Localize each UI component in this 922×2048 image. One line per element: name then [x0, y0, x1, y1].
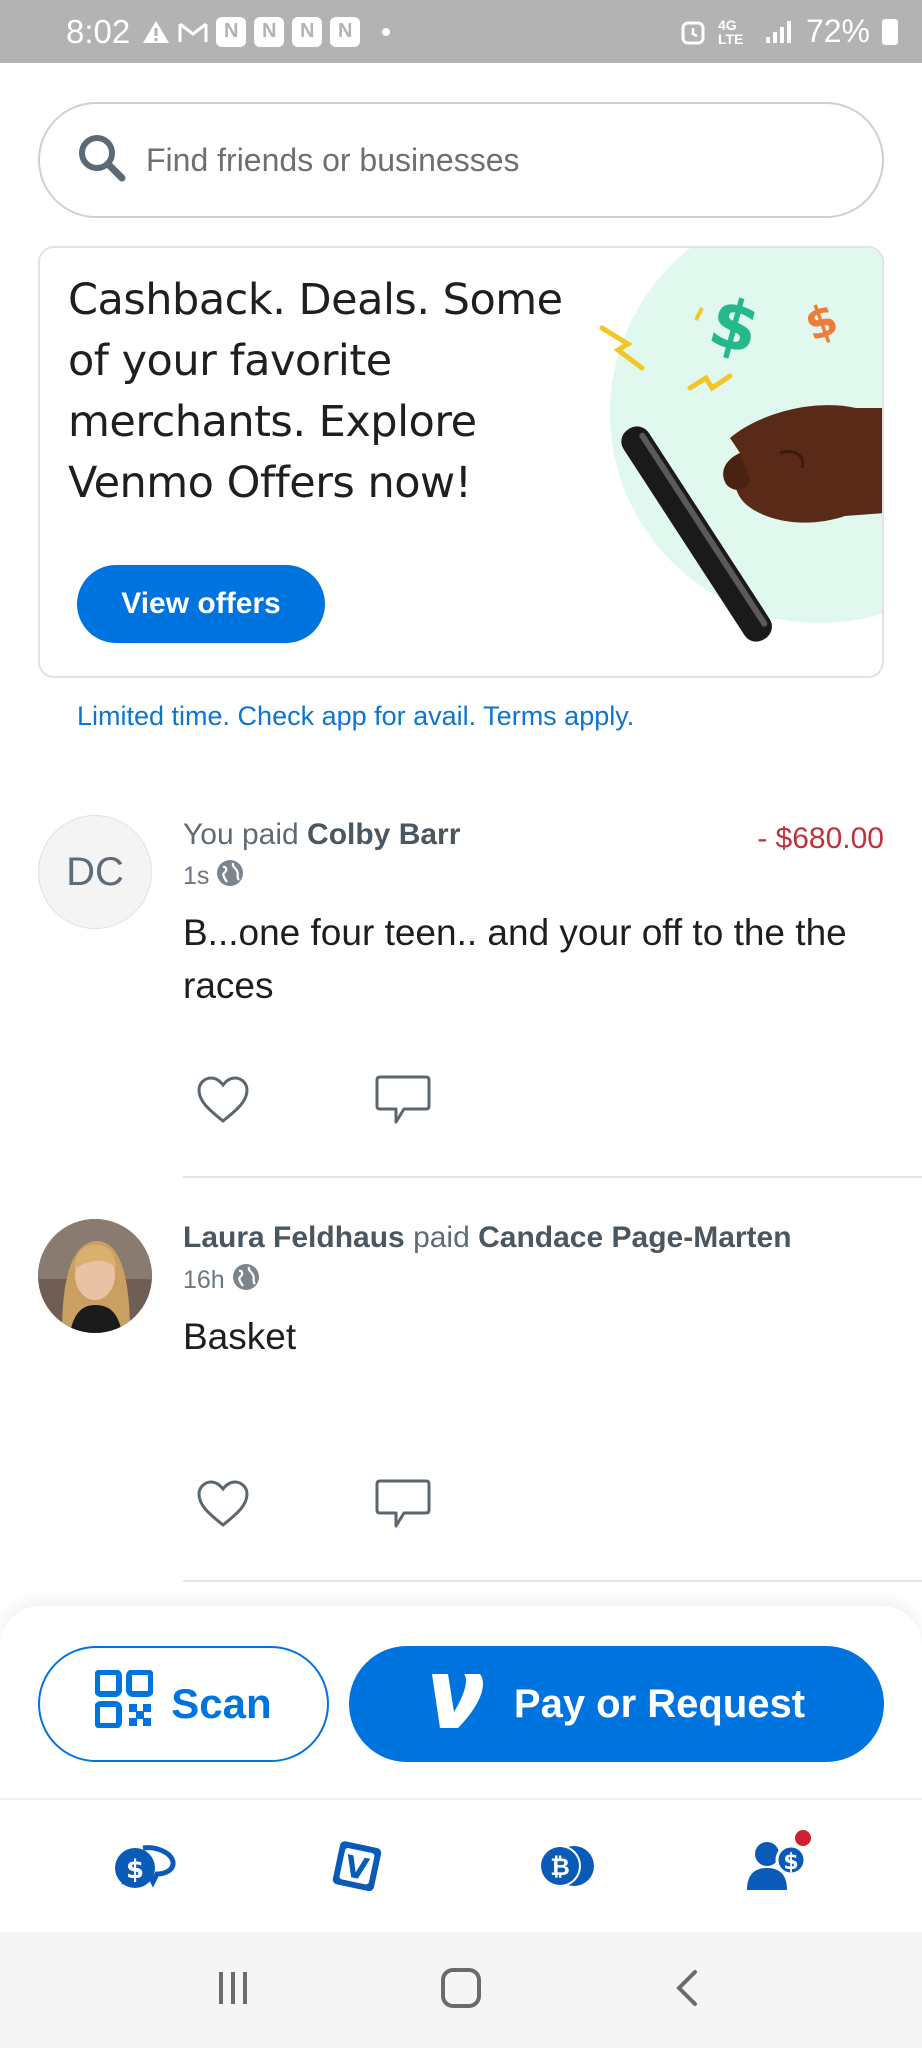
- recent-apps-icon[interactable]: [213, 1968, 253, 2013]
- system-navigation-bar: [0, 1932, 922, 2048]
- feed-actions: [193, 1474, 433, 1534]
- feed-actor[interactable]: Laura Feldhaus: [183, 1221, 405, 1254]
- feed-target[interactable]: Candace Page-Marten: [478, 1221, 791, 1254]
- feed-divider: [183, 1176, 922, 1178]
- home-icon[interactable]: [439, 1966, 483, 2015]
- more-notifications-dot: [382, 27, 391, 36]
- avatar[interactable]: DC: [38, 815, 152, 929]
- feed-meta: 1s: [183, 858, 245, 895]
- search-icon: [76, 132, 128, 189]
- feed-actor: You: [183, 818, 234, 851]
- feed-actions: [193, 1070, 433, 1130]
- notification-badge: [792, 1828, 813, 1848]
- offers-disclaimer[interactable]: Limited time. Check app for avail. Terms…: [77, 701, 634, 732]
- back-icon[interactable]: [669, 1968, 709, 2013]
- scan-button[interactable]: Scan: [38, 1646, 329, 1762]
- feed-meta: 16h: [183, 1262, 261, 1299]
- svg-text:$: $: [126, 1855, 144, 1885]
- status-system-icons: 4G LTE 72%: [680, 13, 898, 50]
- feed-verb: paid: [241, 818, 299, 851]
- crypto-icon: ₿: [539, 1845, 595, 1887]
- alarm-icon: [680, 18, 706, 46]
- pay-or-request-button[interactable]: Pay or Request: [349, 1646, 884, 1762]
- warning-icon: [142, 19, 170, 45]
- feed-verb: paid: [413, 1221, 470, 1254]
- qr-code-icon: [94, 1669, 155, 1738]
- globe-icon: [231, 1262, 261, 1299]
- view-offers-button[interactable]: View offers: [77, 565, 325, 643]
- tab-me[interactable]: $: [737, 1826, 817, 1906]
- tab-home-feed[interactable]: $: [105, 1826, 185, 1906]
- feed-amount: - $680.00: [757, 822, 884, 855]
- like-icon[interactable]: [193, 1070, 253, 1130]
- bottom-tab-bar: $ V ₿ $: [0, 1798, 922, 1932]
- comment-icon[interactable]: [373, 1070, 433, 1130]
- svg-text:$: $: [783, 1850, 798, 1875]
- avatar[interactable]: [38, 1219, 152, 1333]
- globe-icon: [215, 858, 245, 895]
- action-panel: Scan Pay or Request: [0, 1606, 922, 1798]
- search-bar[interactable]: Find friends or businesses: [38, 102, 884, 218]
- feed-note: Basket: [183, 1316, 297, 1357]
- feed-divider: [183, 1580, 922, 1582]
- status-time: 8:02: [66, 12, 131, 50]
- feed-headline: Laura Feldhaus paid Candace Page-Marten: [183, 1221, 792, 1255]
- venmo-notification-icon: N: [216, 16, 247, 47]
- feed-time: 16h: [183, 1266, 225, 1294]
- battery-percent: 72%: [805, 13, 870, 49]
- venmo-offers-card[interactable]: Cashback. Deals. Some of your favorite m…: [38, 246, 884, 678]
- network-type-icon: 4G LTE: [717, 16, 744, 47]
- feed-target[interactable]: Colby Barr: [307, 818, 460, 851]
- feed-note: B...one four teen.. and your off to the …: [183, 912, 847, 1006]
- gmail-icon: [178, 20, 208, 44]
- battery-icon: [882, 18, 898, 45]
- tab-venmo-card[interactable]: V: [316, 1826, 396, 1906]
- svg-text:₿: ₿: [550, 1853, 570, 1881]
- feed-headline: You paid Colby Barr: [183, 818, 460, 852]
- status-notification-icons: N N N N: [142, 16, 391, 47]
- offer-illustration: $ $: [580, 248, 882, 676]
- scan-label: Scan: [171, 1680, 272, 1727]
- status-bar: 8:02 N N N N 4G LTE 72%: [0, 0, 922, 63]
- venmo-notification-icon: N: [254, 16, 285, 47]
- offer-title: Cashback. Deals. Some of your favorite m…: [68, 275, 563, 508]
- pay-or-request-label: Pay or Request: [513, 1681, 806, 1726]
- venmo-card-icon: V: [332, 1841, 381, 1892]
- venmo-logo-icon: [428, 1668, 488, 1740]
- signal-icon: [764, 19, 794, 45]
- venmo-notification-icon: N: [292, 16, 323, 47]
- tab-crypto[interactable]: ₿: [526, 1826, 606, 1906]
- comment-icon[interactable]: [373, 1474, 433, 1534]
- venmo-notification-icon: N: [330, 16, 361, 47]
- like-icon[interactable]: [193, 1474, 253, 1534]
- home-feed-icon: $: [115, 1845, 176, 1888]
- feed-time: 1s: [183, 862, 210, 890]
- search-input[interactable]: Find friends or businesses: [146, 142, 520, 179]
